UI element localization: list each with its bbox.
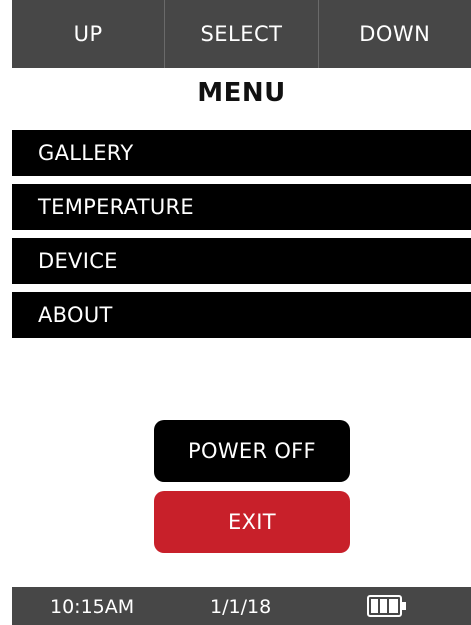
menu-item-device[interactable]: DEVICE: [12, 238, 471, 284]
power-off-button[interactable]: POWER OFF: [154, 420, 350, 482]
status-time: 10:15AM: [50, 596, 135, 618]
status-bar: 10:15AM 1/1/18: [12, 587, 471, 625]
device-screen: UP SELECT DOWN MENU GALLERY TEMPERATURE …: [12, 0, 471, 625]
down-button[interactable]: DOWN: [319, 0, 471, 68]
softkey-bar: UP SELECT DOWN: [12, 0, 471, 68]
select-button[interactable]: SELECT: [165, 0, 319, 68]
menu-title: MENU: [197, 78, 286, 108]
battery-full-icon: [367, 595, 406, 617]
menu-item-gallery[interactable]: GALLERY: [12, 130, 471, 176]
up-button[interactable]: UP: [12, 0, 166, 68]
exit-button[interactable]: EXIT: [154, 491, 350, 553]
menu-list: GALLERY TEMPERATURE DEVICE ABOUT: [12, 130, 471, 346]
status-date: 1/1/18: [210, 596, 272, 618]
menu-item-about[interactable]: ABOUT: [12, 292, 471, 338]
menu-item-temperature[interactable]: TEMPERATURE: [12, 184, 471, 230]
